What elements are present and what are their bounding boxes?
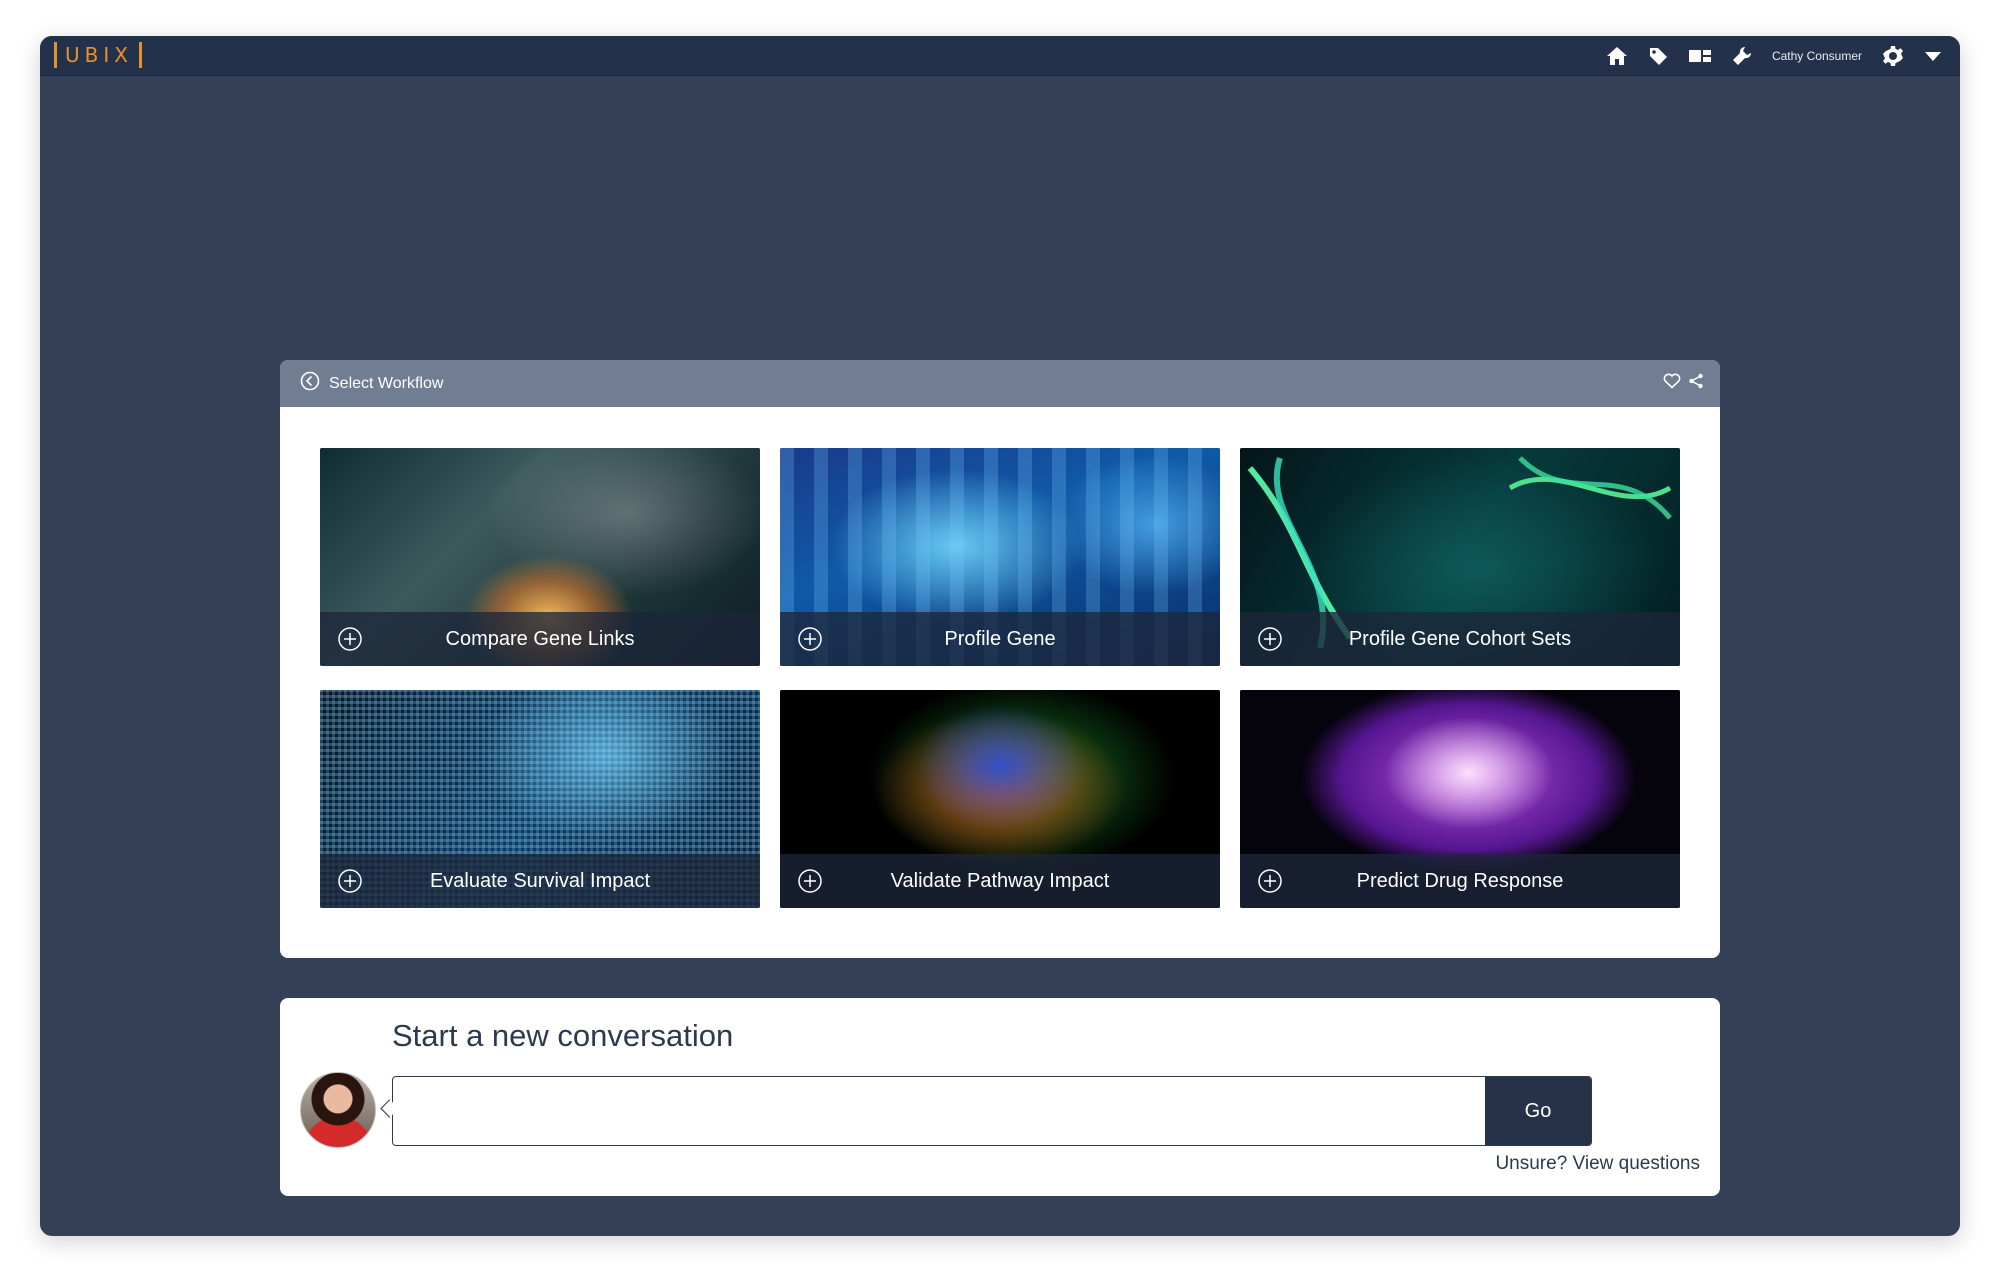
conversation-input-group: Go <box>392 1076 1592 1146</box>
caret-down-icon[interactable] <box>1924 50 1942 62</box>
workflow-tile-profile-gene[interactable]: Profile Gene <box>780 448 1220 666</box>
tile-label: Profile Gene Cohort Sets <box>1348 627 1572 650</box>
workflow-tile-profile-gene-cohort-sets[interactable]: Profile Gene Cohort Sets <box>1240 448 1680 666</box>
workflow-panel-header: Select Workflow <box>280 360 1720 407</box>
logo-text: UBIX <box>65 43 133 67</box>
plus-circle-icon[interactable] <box>798 627 822 657</box>
tile-label: Validate Pathway Impact <box>890 869 1110 892</box>
tile-caption: Profile Gene <box>780 612 1220 666</box>
top-navigation-bar: UBIX Cathy Consumer <box>40 36 1960 76</box>
ubix-logo[interactable]: UBIX <box>54 42 142 68</box>
home-icon[interactable] <box>1606 46 1628 66</box>
workflow-panel-title: Select Workflow <box>329 374 444 392</box>
plus-circle-icon[interactable] <box>1258 869 1282 899</box>
plus-circle-icon[interactable] <box>1258 627 1282 657</box>
tile-caption: Predict Drug Response <box>1240 854 1680 908</box>
workflow-tile-compare-gene-links[interactable]: Compare Gene Links <box>320 448 760 666</box>
header-actions: Cathy Consumer <box>1606 36 1942 75</box>
tile-caption: Evaluate Survival Impact <box>320 854 760 908</box>
tile-label: Compare Gene Links <box>445 627 635 650</box>
back-circle-icon[interactable] <box>300 371 320 396</box>
conversation-input[interactable] <box>393 1077 1485 1145</box>
tile-caption: Profile Gene Cohort Sets <box>1240 612 1680 666</box>
plus-circle-icon[interactable] <box>338 627 362 657</box>
dashboard-icon[interactable] <box>1688 48 1712 64</box>
gear-icon[interactable] <box>1882 45 1904 67</box>
plus-circle-icon[interactable] <box>798 869 822 899</box>
tile-label: Profile Gene <box>944 627 1056 650</box>
tile-caption: Validate Pathway Impact <box>780 854 1220 908</box>
logo-bar-right <box>138 42 142 68</box>
workflow-header-actions <box>1663 373 1704 394</box>
go-button[interactable]: Go <box>1485 1077 1591 1145</box>
user-name[interactable]: Cathy Consumer <box>1772 49 1862 63</box>
app-window: UBIX Cathy Consumer Select Workflow Comp… <box>40 36 1960 1236</box>
user-avatar <box>300 1072 376 1148</box>
tag-icon[interactable] <box>1648 46 1668 66</box>
workflow-panel: Select Workflow Compare Gene Links Profi… <box>280 360 1720 958</box>
view-questions-link[interactable]: Unsure? View questions <box>1495 1153 1700 1175</box>
plus-circle-icon[interactable] <box>338 869 362 899</box>
workflow-tile-validate-pathway-impact[interactable]: Validate Pathway Impact <box>780 690 1220 908</box>
heart-icon[interactable] <box>1663 373 1681 394</box>
workflow-tile-predict-drug-response[interactable]: Predict Drug Response <box>1240 690 1680 908</box>
tile-label: Evaluate Survival Impact <box>429 869 651 892</box>
conversation-panel: Start a new conversation Go Unsure? View… <box>280 998 1720 1196</box>
share-icon[interactable] <box>1688 373 1704 394</box>
conversation-title: Start a new conversation <box>392 1018 734 1053</box>
wrench-icon[interactable] <box>1732 46 1752 66</box>
workflow-tiles-grid: Compare Gene Links Profile Gene Profile … <box>320 448 1680 908</box>
tile-caption: Compare Gene Links <box>320 612 760 666</box>
workflow-tile-evaluate-survival-impact[interactable]: Evaluate Survival Impact <box>320 690 760 908</box>
tile-label: Predict Drug Response <box>1356 869 1564 892</box>
